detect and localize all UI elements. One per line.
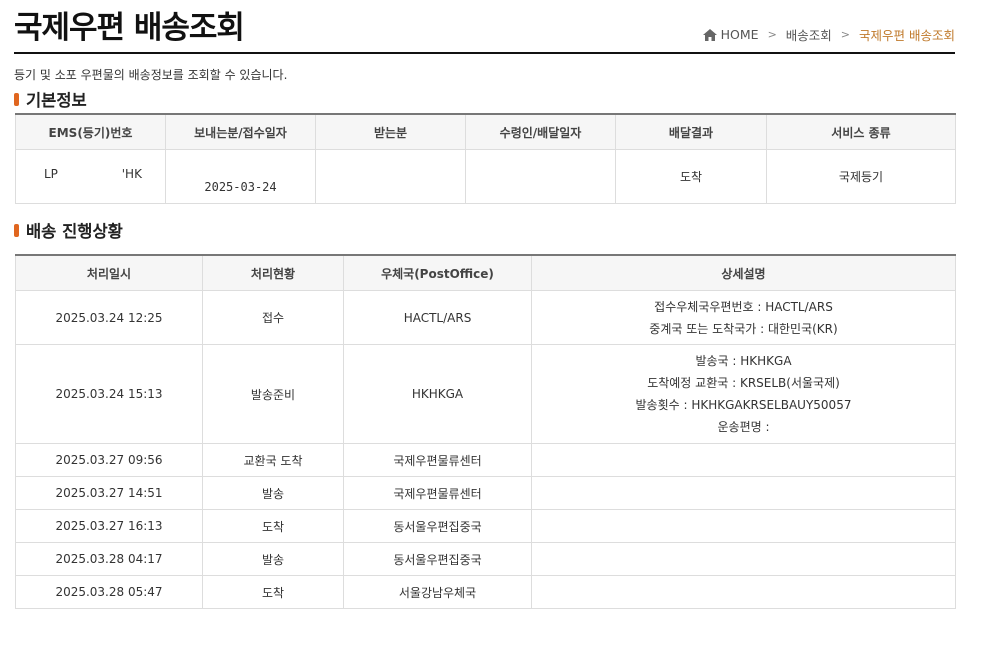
column-header: 받는분: [315, 113, 466, 150]
progress-table: 처리일시 처리현황 우체국(PostOffice) 상세설명 2025.03.2…: [15, 254, 956, 609]
sender-name: [166, 150, 315, 162]
status-cell: 발송: [202, 542, 344, 576]
details-cell: [531, 542, 956, 576]
office-cell: HKHKGA: [343, 344, 532, 444]
detail-line: 접수우체국우편번호 : HACTL/ARS: [654, 299, 833, 314]
status-cell: 도착: [202, 509, 344, 543]
accept-date: 2025-03-24: [204, 180, 277, 194]
status-cell: 도착: [202, 575, 344, 609]
table-row: 2025.03.24 12:25 접수 HACTL/ARS 접수우체국우편번호 …: [15, 290, 956, 345]
table-row: 2025.03.24 15:13 발송준비 HKHKGA 발송국 : HKHKG…: [15, 344, 956, 444]
section-heading-basic: 기본정보: [14, 87, 87, 111]
table-row: 2025.03.28 04:17 발송 동서울우편집중국: [15, 542, 956, 576]
status-cell: 발송: [202, 476, 344, 510]
section-title: 배송 진행상황: [26, 222, 123, 241]
details-cell: [531, 476, 956, 510]
recipient-cell: [315, 149, 466, 204]
table-row: LP 'HK 2025-03-24 도착 국제등기: [15, 149, 956, 204]
tracking-number-cell: LP 'HK: [15, 149, 166, 204]
detail-line: 중계국 또는 도착국가 : 대한민국(KR): [649, 321, 838, 336]
section-bullet-icon: [14, 92, 19, 106]
table-row: 2025.03.28 05:47 도착 서울강남우체국: [15, 575, 956, 609]
sender-date-cell: 2025-03-24: [165, 149, 316, 204]
title-divider: [14, 52, 955, 54]
section-title: 기본정보: [26, 91, 87, 110]
breadcrumb-level1[interactable]: 배송조회: [786, 25, 832, 44]
datetime-cell: 2025.03.28 05:47: [15, 575, 203, 609]
details-cell: 발송국 : HKHKGA 도착예정 교환국 : KRSELB(서울국제) 발송횟…: [531, 344, 956, 444]
datetime-cell: 2025.03.27 14:51: [15, 476, 203, 510]
page-title: 국제우편 배송조회: [14, 10, 245, 46]
status-cell: 교환국 도착: [202, 443, 344, 477]
column-header: 보내는분/접수일자: [165, 113, 316, 150]
detail-line: 도착예정 교환국 : KRSELB(서울국제): [647, 376, 840, 390]
chevron-right-icon: >: [767, 28, 777, 41]
office-cell: HACTL/ARS: [343, 290, 532, 345]
basic-info-table: EMS(등기)번호 보내는분/접수일자 받는분 수령인/배달일자 배달결과 서비…: [15, 113, 956, 204]
office-cell: 국제우편물류센터: [343, 443, 532, 477]
breadcrumb: HOME > 배송조회 > 국제우편 배송조회: [702, 25, 955, 44]
detail-line: 발송횟수 : HKHKGAKRSELBAUY50057: [635, 398, 852, 412]
column-header: 처리일시: [15, 254, 203, 291]
table-header-row: EMS(등기)번호 보내는분/접수일자 받는분 수령인/배달일자 배달결과 서비…: [15, 113, 956, 150]
delivery-result-cell: 도착: [615, 149, 767, 204]
office-cell: 동서울우편집중국: [343, 542, 532, 576]
status-cell: 발송준비: [202, 344, 344, 444]
column-header: 서비스 종류: [766, 113, 956, 150]
office-cell: 서울강남우체국: [343, 575, 532, 609]
tracking-suffix: 'HK: [121, 167, 142, 181]
details-cell: [531, 443, 956, 477]
datetime-cell: 2025.03.24 12:25: [15, 290, 203, 345]
table-row: 2025.03.27 09:56 교환국 도착 국제우편물류센터: [15, 443, 956, 477]
column-header: 수령인/배달일자: [465, 113, 616, 150]
receiver-date-cell: [465, 149, 616, 204]
breadcrumb-current[interactable]: 국제우편 배송조회: [859, 25, 955, 44]
office-cell: 동서울우편집중국: [343, 509, 532, 543]
intro-text: 등기 및 소포 우편물의 배송정보를 조회할 수 있습니다.: [14, 68, 288, 82]
service-type-cell: 국제등기: [766, 149, 956, 204]
column-header: 상세설명: [531, 254, 956, 291]
column-header: EMS(등기)번호: [15, 113, 166, 150]
datetime-cell: 2025.03.27 09:56: [15, 443, 203, 477]
chevron-right-icon: >: [840, 28, 851, 41]
datetime-cell: 2025.03.24 15:13: [15, 344, 203, 444]
breadcrumb-home[interactable]: HOME: [721, 27, 759, 42]
office-cell: 국제우편물류센터: [343, 476, 532, 510]
detail-line: 운송편명 :: [717, 420, 770, 434]
column-header: 처리현황: [202, 254, 344, 291]
status-cell: 접수: [202, 290, 344, 345]
table-row: 2025.03.27 16:13 도착 동서울우편집중국: [15, 509, 956, 543]
section-heading-progress: 배송 진행상황: [14, 218, 123, 242]
tracking-prefix: LP: [44, 167, 58, 181]
table-row: 2025.03.27 14:51 발송 국제우편물류센터: [15, 476, 956, 510]
section-bullet-icon: [14, 223, 19, 237]
datetime-cell: 2025.03.27 16:13: [15, 509, 203, 543]
details-cell: 접수우체국우편번호 : HACTL/ARS 중계국 또는 도착국가 : 대한민국…: [531, 290, 956, 345]
detail-line: 발송국 : HKHKGA: [695, 354, 792, 368]
home-icon[interactable]: [702, 28, 717, 41]
table-header-row: 처리일시 처리현황 우체국(PostOffice) 상세설명: [15, 254, 956, 291]
details-cell: [531, 509, 956, 543]
datetime-cell: 2025.03.28 04:17: [15, 542, 203, 576]
details-cell: [531, 575, 956, 609]
column-header: 배달결과: [615, 113, 767, 150]
column-header: 우체국(PostOffice): [343, 254, 532, 291]
